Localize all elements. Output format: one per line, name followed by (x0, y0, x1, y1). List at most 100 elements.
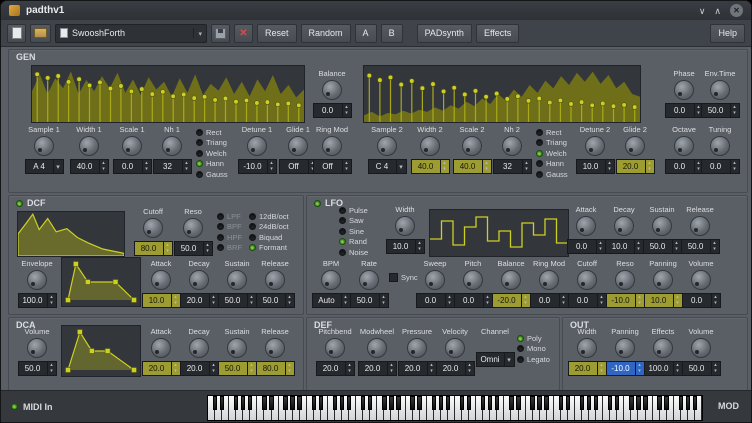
dca-sustain-spinbox[interactable]: 50.0 (218, 361, 257, 376)
gen-balance-spinbox[interactable]: 0.0 (313, 103, 352, 118)
piano-black-key[interactable] (389, 396, 393, 410)
dcf-type-bpf[interactable]: BPF (217, 222, 242, 233)
def-modwheel-knob[interactable] (367, 338, 387, 358)
gen-detune1-knob[interactable] (247, 136, 267, 156)
dcf-slope-24db[interactable]: 24dB/oct (249, 222, 289, 233)
spin-arrows[interactable] (163, 242, 172, 255)
dca-envelope-display[interactable] (61, 325, 141, 377)
lfo-shape-noise[interactable]: Noise (339, 247, 368, 258)
piano-black-key[interactable] (566, 396, 570, 410)
gen-sample2-knob[interactable] (377, 136, 397, 156)
piano-black-key[interactable] (248, 396, 252, 410)
titlebar[interactable]: padthv1 ∨ ∧ ✕ (1, 1, 751, 20)
piano-black-key[interactable] (269, 396, 273, 410)
piano-black-key[interactable] (587, 396, 591, 410)
tab-padsynth[interactable]: PADsynth (417, 24, 472, 43)
piano-black-key[interactable] (615, 396, 619, 410)
piano-black-key[interactable] (213, 396, 217, 410)
piano-black-key[interactable] (460, 396, 464, 410)
out-panning-knob[interactable] (615, 338, 635, 358)
lfo-pitch-knob[interactable] (463, 270, 483, 290)
gen-nh1-spinbox[interactable]: 32 (153, 159, 192, 174)
lfo-reso-spinbox[interactable]: -10.0 (606, 293, 645, 308)
piano-black-key[interactable] (509, 396, 513, 410)
maximize-button[interactable]: ∧ (714, 6, 721, 16)
piano-black-key[interactable] (333, 396, 337, 410)
spin-arrows[interactable] (47, 294, 56, 307)
spin-arrows[interactable] (710, 240, 719, 253)
piano-black-key[interactable] (446, 396, 450, 410)
gen-detune2-spinbox[interactable]: 10.0 (576, 159, 615, 174)
random-button[interactable]: Random (301, 24, 351, 43)
gen-scale2-knob[interactable] (462, 136, 482, 156)
piano-black-key[interactable] (580, 396, 584, 410)
spin-arrows[interactable] (99, 160, 108, 173)
spin-arrows[interactable] (465, 362, 474, 375)
lfo-width-knob[interactable] (395, 216, 415, 236)
help-button[interactable]: Help (710, 24, 745, 43)
filter-response-display[interactable] (17, 211, 125, 257)
gen-nh2-spinbox[interactable]: 32 (493, 159, 532, 174)
lfo-sustain-knob[interactable] (652, 216, 672, 236)
piano-black-key[interactable] (629, 396, 633, 410)
gen-shape2-rect[interactable]: Rect (536, 127, 568, 138)
piano-black-key[interactable] (686, 396, 690, 410)
gen-width1-knob[interactable] (79, 136, 99, 156)
piano-black-key[interactable] (410, 396, 414, 410)
piano-black-key[interactable] (559, 396, 563, 410)
lfo-rate-knob[interactable] (359, 270, 379, 290)
gen-sample2-combo[interactable]: C 4 (368, 159, 407, 174)
gen-nh1-knob[interactable] (162, 136, 182, 156)
dca-volume-spinbox[interactable]: 50.0 (18, 361, 57, 376)
spin-arrows[interactable] (522, 160, 531, 173)
gen-shape1-triang[interactable]: Triang (196, 138, 228, 149)
gen-nh2-knob[interactable] (502, 136, 522, 156)
dca-attack-knob[interactable] (151, 338, 171, 358)
gen-shape2-welch[interactable]: Welch (536, 148, 568, 159)
gen-ringmod-spinbox[interactable]: Off (313, 159, 352, 174)
def-pressure-knob[interactable] (407, 338, 427, 358)
spin-arrows[interactable] (285, 294, 294, 307)
piano-black-key[interactable] (530, 396, 534, 410)
dcf-reso-spinbox[interactable]: 50.0 (174, 241, 213, 256)
reset-button[interactable]: Reset (257, 24, 297, 43)
dcf-slope-formant[interactable]: Formant (249, 243, 289, 254)
gen-phase-spinbox[interactable]: 0.0 (665, 103, 704, 118)
dcf-release-knob[interactable] (265, 270, 285, 290)
lfo-bpm-spinbox[interactable]: Auto (312, 293, 351, 308)
gen-envtime-spinbox[interactable]: 50.0 (701, 103, 740, 118)
piano-black-key[interactable] (283, 396, 287, 410)
spin-arrows[interactable] (47, 362, 56, 375)
gen-glide2-spinbox[interactable]: 20.0 (616, 159, 655, 174)
lfo-width-spinbox[interactable]: 10.0 (386, 239, 425, 254)
lfo-rate-spinbox[interactable]: 50.0 (350, 293, 389, 308)
lfo-bpm-knob[interactable] (321, 270, 341, 290)
piano-black-key[interactable] (594, 396, 598, 410)
lfo-release-spinbox[interactable]: 50.0 (681, 239, 720, 254)
spin-arrows[interactable] (345, 362, 354, 375)
spin-arrows[interactable] (440, 160, 449, 173)
lfo-pitch-spinbox[interactable]: 0.0 (454, 293, 493, 308)
piano-black-key[interactable] (234, 396, 238, 410)
lfo-shape-pulse[interactable]: Pulse (339, 205, 368, 216)
piano-black-key[interactable] (417, 396, 421, 410)
spin-arrows[interactable] (711, 294, 720, 307)
lfo-decay-spinbox[interactable]: 10.0 (605, 239, 644, 254)
save-preset-button[interactable] (211, 24, 230, 43)
piano-black-key[interactable] (220, 396, 224, 410)
dcf-release-spinbox[interactable]: 50.0 (256, 293, 295, 308)
dcf-enable-led[interactable] (16, 200, 23, 207)
def-velocity-spinbox[interactable]: 20.0 (436, 361, 475, 376)
piano-black-key[interactable] (488, 396, 492, 410)
spin-arrows[interactable] (203, 242, 212, 255)
gen-tuning-knob[interactable] (710, 136, 730, 156)
gen-shape2-gauss[interactable]: Gauss (536, 169, 568, 180)
dca-sustain-knob[interactable] (227, 338, 247, 358)
dcf-decay-knob[interactable] (189, 270, 209, 290)
dca-release-knob[interactable] (265, 338, 285, 358)
gen-shape1-rect[interactable]: Rect (196, 127, 228, 138)
dcf-attack-spinbox[interactable]: 10.0 (142, 293, 181, 308)
piano-black-key[interactable] (679, 396, 683, 410)
lfo-sync-checkbox[interactable]: Sync (389, 273, 418, 282)
def-pitchbend-knob[interactable] (325, 338, 345, 358)
